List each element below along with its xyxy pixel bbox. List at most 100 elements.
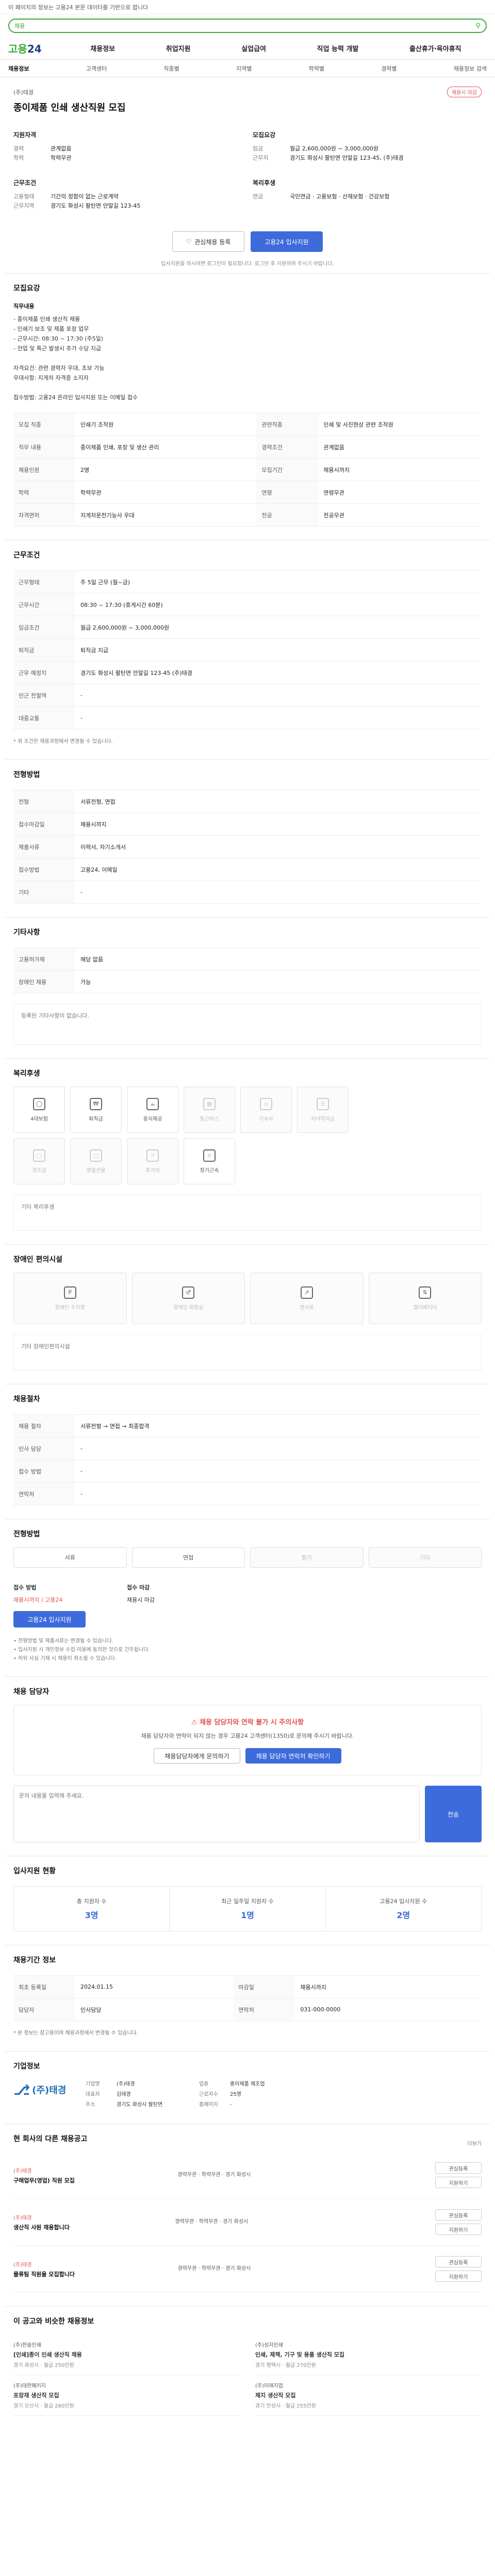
- other-empty-box: 등록된 기타사항이 없습니다.: [13, 1004, 482, 1045]
- subnav-item-career[interactable]: 경력별: [381, 64, 397, 73]
- company-value: 종이제품 제조업: [230, 2081, 265, 2087]
- table-key: 관련직종: [256, 413, 319, 436]
- gnb-item-leave[interactable]: 출산휴가·육아휴직: [409, 43, 461, 53]
- job-card-meta: 경력무관 · 학력무관 · 경기 화성시: [175, 2219, 249, 2225]
- table-row: 고용허가제 해당 없음: [13, 947, 482, 971]
- subnav-item-region[interactable]: 지역별: [236, 64, 252, 73]
- table-key: 연령: [256, 481, 319, 504]
- apply-mini-button[interactable]: 지원하기: [435, 2270, 482, 2282]
- stats-section: 입사지원 현황 총 지원자 수 3명 최근 일주일 지원자 수 1명 고용24 입사…: [5, 1856, 490, 1945]
- company-logo-text: (주)태경: [32, 2085, 67, 2096]
- table-value: 031-000-0000: [295, 1998, 482, 2021]
- apply-button-secondary[interactable]: 고용24 입사지원: [13, 1611, 86, 1628]
- disabled-title: 장애인 편의시설: [13, 1256, 63, 1264]
- bookmark-button[interactable]: 관심등록: [435, 2162, 482, 2174]
- bookmark-button[interactable]: 관심등록: [435, 2256, 482, 2267]
- table-key: 제출서류: [13, 835, 75, 858]
- sun-icon: ☼: [146, 1149, 159, 1162]
- subnav-item-category[interactable]: 직종별: [163, 64, 179, 73]
- job-card-title[interactable]: 물류팀 직원을 모집합니다: [13, 2270, 75, 2278]
- table-row: 근무형태 주 5일 근무 (월~금): [13, 570, 482, 594]
- table-key: 퇴직금: [13, 638, 75, 662]
- job-header: (주)태경 채용시 마감 종이제품 인쇄 생산직원 모집: [5, 77, 490, 121]
- list-item[interactable]: (주)한솔인쇄 [인쇄]종이 인쇄 생산직 채용 경기 화성시 · 월급 250만원: [13, 2334, 240, 2375]
- disabled-label: 엘리베이터: [413, 1304, 437, 1311]
- list-item[interactable]: (주)태경 생산직 사원 채용합니다 경력무관 · 학력무관 · 경기 화성시 관…: [13, 2199, 482, 2246]
- gnb-item-jobs[interactable]: 채용정보: [90, 43, 115, 53]
- recommended-section: 이 공고와 비슷한 채용정보 (주)한솔인쇄 [인쇄]종이 인쇄 생산직 채용 경기…: [5, 2306, 490, 2429]
- table-key: 연락처: [233, 1998, 295, 2021]
- table-value: 인쇄기 조작원: [75, 413, 257, 436]
- job-card-left: (주)태경물류팀 직원을 모집합니다: [13, 2260, 75, 2278]
- table-value: -: [75, 1460, 482, 1483]
- search-input[interactable]: [29, 22, 476, 29]
- apply-button[interactable]: 고용24 입사지원: [251, 231, 323, 252]
- table-key: 근무형태: [13, 570, 75, 594]
- table-value: -: [75, 1482, 482, 1505]
- rec-title[interactable]: [인쇄]종이 인쇄 생산직 채용: [13, 2350, 240, 2359]
- company-name[interactable]: (주)태경: [13, 88, 34, 96]
- apply-mini-button[interactable]: 지원하기: [435, 2224, 482, 2235]
- inquiry-button[interactable]: 채용담당자에게 문의하기: [154, 1748, 240, 1764]
- job-card-company: (주)태경: [13, 2262, 32, 2268]
- table-value: 2명: [75, 458, 257, 481]
- rec-title[interactable]: 포장재 생산직 모집: [13, 2391, 240, 2399]
- gnb-item-support[interactable]: 취업지원: [166, 43, 191, 53]
- gnb-item-training[interactable]: 직업 능력 개발: [317, 43, 359, 53]
- company-value: 김태경: [117, 2092, 131, 2097]
- table-value: 인쇄 및 사진현상 관련 조작원: [318, 413, 482, 436]
- company-value: -: [230, 2102, 232, 2108]
- ramp-icon: ↗: [300, 1286, 313, 1299]
- subnav-item-education[interactable]: 학력별: [309, 64, 324, 73]
- list-item[interactable]: (주)대한패키지 포장재 생산직 모집 경기 오산시 · 월급 260만원: [13, 2375, 240, 2416]
- save-job-button[interactable]: ♡ 관심채용 등록: [172, 231, 244, 252]
- gnb-item-benefit[interactable]: 실업급여: [241, 43, 266, 53]
- table-row: 연락처 -: [13, 1482, 482, 1505]
- meta-table: 최초 등록일 2024.01.15 마감일 채용시까지 담당자 인사담당 연락처 031…: [13, 1975, 482, 2021]
- search-icon[interactable]: ⚲: [475, 22, 481, 30]
- list-item[interactable]: (주)성지인쇄 인쇄, 제책, 기구 및 용품 생산직 모집 경기 평택시 · 월급…: [255, 2334, 482, 2375]
- table-key: 학력: [13, 481, 75, 504]
- welfare-item: □ 명절선물: [70, 1138, 122, 1184]
- deadline-col: 접수 마감 채용시 마감: [127, 1583, 155, 1628]
- disabled-item: ⇅ 엘리베이터: [368, 1273, 482, 1324]
- search-box[interactable]: 채용 ⚲: [8, 19, 487, 33]
- bookmark-button[interactable]: 관심등록: [435, 2209, 482, 2221]
- job-card-title[interactable]: 구매업무(영업) 직원 모집: [13, 2176, 75, 2184]
- similar-more-link[interactable]: 더보기: [467, 2139, 482, 2147]
- inquiry-textarea[interactable]: [13, 1786, 420, 1842]
- main-container: (주)태경 채용시 마감 종이제품 인쇄 생산직원 모집 지원자격 경력 관계없음…: [5, 77, 490, 2450]
- step-other: 기타: [368, 1547, 482, 1568]
- list-item[interactable]: (주)태경 물류팀 직원을 모집합니다 경력무관 · 학력무관 · 경기 화성시 …: [13, 2246, 482, 2293]
- recommended-grid: (주)한솔인쇄 [인쇄]종이 인쇄 생산직 채용 경기 화성시 · 월급 250만원…: [13, 2334, 482, 2416]
- subnav-item-support[interactable]: 고객센터: [86, 64, 107, 73]
- send-button[interactable]: 전송: [425, 1786, 482, 1842]
- company-logo[interactable]: ⎇ (주)태경: [13, 2079, 70, 2100]
- welfare-item: ☕ 중식제공: [127, 1087, 178, 1133]
- other-table: 고용허가제 해당 없음 장애인 채용 가능: [13, 947, 482, 993]
- list-item[interactable]: (주)미래지업 제지 생산직 모집 경기 안성시 · 월급 255만원: [255, 2375, 482, 2416]
- logo[interactable]: 고용24: [8, 41, 65, 56]
- apply-mini-button[interactable]: 지원하기: [435, 2177, 482, 2188]
- summary-value: 경기도 화성시 팔탄면 안말길 123-45: [51, 202, 141, 209]
- shield-icon: ◯: [33, 1097, 45, 1110]
- disabled-grid: P 장애인 주차장 ♂ 장애인 화장실 ↗ 경사로 ⇅ 엘리베이터: [13, 1273, 482, 1324]
- table-row: 제출서류 이력서, 자기소개서: [13, 835, 482, 858]
- contact-button[interactable]: 채용 담당자 연락처 확인하기: [245, 1748, 341, 1764]
- similar-section: 현 회사의 다른 채용공고 더보기 (주)태경 구매업무(영업) 직원 모집 경력…: [5, 2124, 490, 2306]
- summary-right-title: 모집요강: [253, 131, 276, 139]
- apply-col-text: 채용시까지 / 고용24: [13, 1597, 63, 1603]
- job-card-title[interactable]: 생산직 사원 채용합니다: [13, 2223, 70, 2231]
- table-key: 접수마감일: [13, 812, 75, 836]
- subnav-item-search[interactable]: 채용정보 검색: [454, 64, 487, 73]
- table-value: -: [75, 1437, 482, 1460]
- table-key: 접수 방법: [13, 1460, 75, 1483]
- rec-title[interactable]: 인쇄, 제책, 기구 및 용품 생산직 모집: [255, 2350, 482, 2359]
- stat-number: 2명: [397, 1910, 410, 1920]
- list-item[interactable]: (주)태경 구매업무(영업) 직원 모집 경력무관 · 학력무관 · 경기 화성시…: [13, 2152, 482, 2199]
- rec-title[interactable]: 제지 생산직 모집: [255, 2391, 482, 2399]
- logo-sub: 24: [27, 43, 42, 55]
- subnav-item-jobs[interactable]: 채용정보: [8, 64, 29, 73]
- job-card-actions: 관심등록지원하기: [435, 2162, 482, 2188]
- meal-icon: ☕: [146, 1097, 159, 1110]
